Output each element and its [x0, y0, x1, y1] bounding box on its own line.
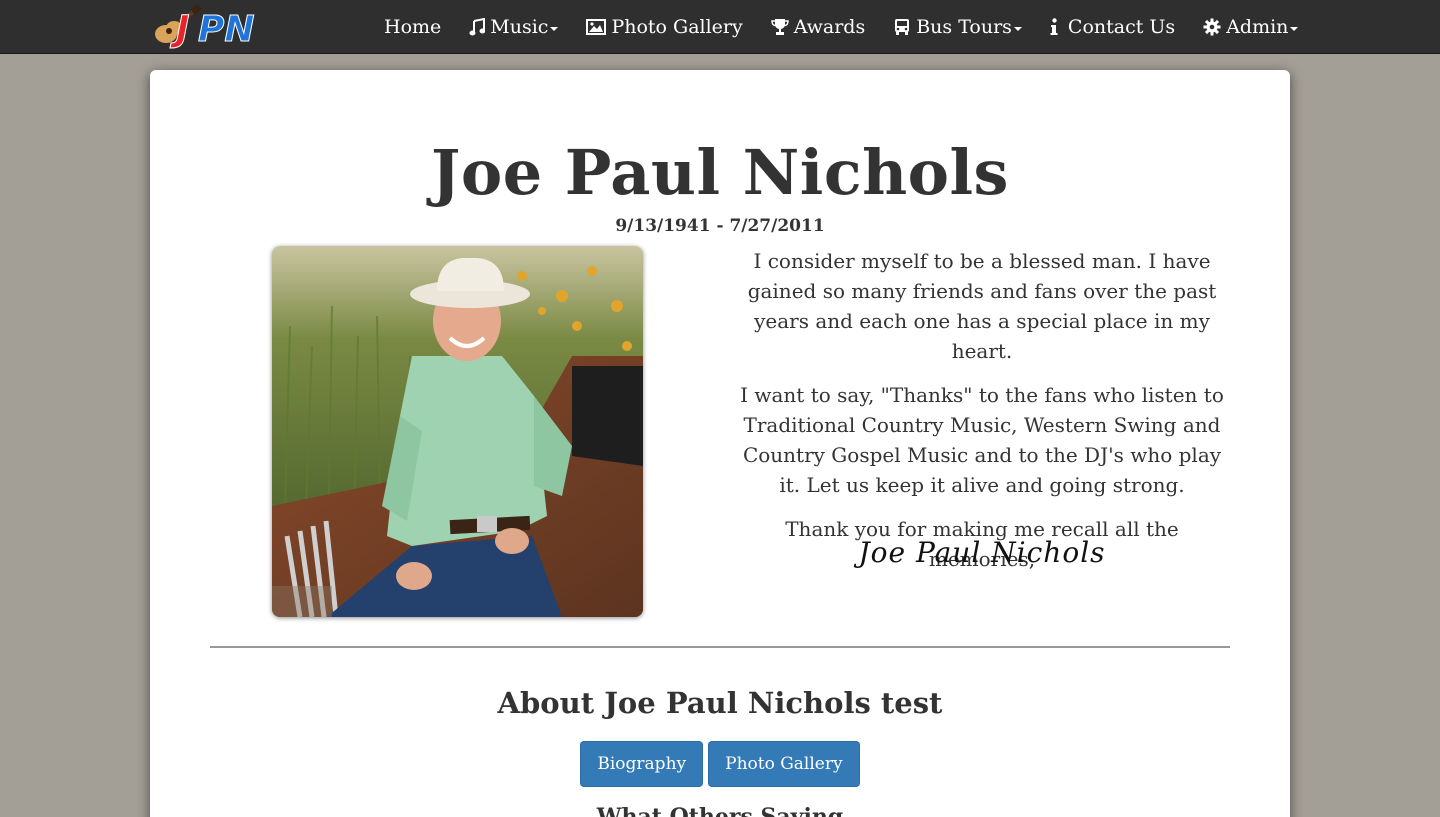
portrait-photo [272, 246, 643, 617]
svg-text:PN: PN [198, 9, 255, 50]
bus-icon [893, 18, 911, 36]
jpn-logo[interactable]: J PN [152, 4, 264, 51]
page-title: Joe Paul Nichols [431, 136, 1009, 209]
nav-awards-label: Awards [793, 16, 866, 38]
nav-home[interactable]: Home [370, 0, 455, 54]
top-navbar: J PN Home Music Photo Gallery Awards Bus… [0, 0, 1440, 54]
signature-text: Joe Paul Nichols [853, 536, 1105, 569]
chevron-down-icon [550, 27, 559, 31]
about-heading: About Joe Paul Nichols test [497, 686, 943, 720]
picture-icon [586, 19, 607, 35]
message-paragraph: I consider myself to be a blessed man. I… [747, 249, 1217, 363]
nav-bus-tours[interactable]: Bus Tours [879, 0, 1036, 54]
chevron-down-icon [1013, 27, 1022, 31]
nav-awards[interactable]: Awards [757, 0, 879, 54]
trophy-icon [770, 18, 789, 36]
signature: Joe Paul Nichols [730, 525, 1234, 585]
chevron-down-icon [1290, 27, 1299, 31]
gear-icon [1203, 18, 1221, 36]
main-card: Joe Paul Nichols 9/13/1941 - 7/27/2011 I… [150, 70, 1290, 817]
photo-gallery-button[interactable]: Photo Gallery [708, 741, 860, 787]
section-divider [210, 646, 1230, 648]
nav-admin[interactable]: Admin [1189, 0, 1312, 54]
nav-home-label: Home [384, 16, 442, 38]
life-dates: 9/13/1941 - 7/27/2011 [615, 216, 825, 236]
others-heading: What Others Saying [596, 804, 844, 817]
message-paragraph: I want to say, "Thanks" to the fans who … [740, 383, 1224, 497]
nav-contact-us[interactable]: Contact Us [1036, 0, 1189, 54]
biography-button[interactable]: Biography [580, 741, 704, 787]
about-buttons: Biography Photo Gallery [150, 741, 1290, 787]
nav-bus-tours-label: Bus Tours [916, 16, 1012, 38]
nav-photo-gallery-label: Photo Gallery [611, 16, 743, 38]
nav-contact-us-label: Contact Us [1067, 16, 1176, 38]
nav-music[interactable]: Music [455, 0, 572, 54]
music-note-icon [469, 18, 486, 36]
nav-admin-label: Admin [1226, 16, 1289, 38]
info-icon [1050, 18, 1058, 36]
nav-music-label: Music [490, 16, 549, 38]
nav-photo-gallery[interactable]: Photo Gallery [572, 0, 756, 54]
